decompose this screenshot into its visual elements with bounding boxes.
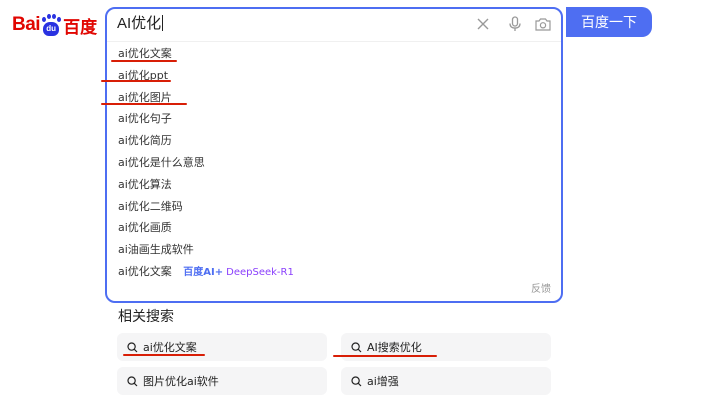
red-underline-annotation: [123, 354, 205, 356]
suggestion-item[interactable]: ai优化ppt: [101, 65, 561, 87]
suggestion-text: ai优化文案: [118, 264, 172, 278]
suggestion-item[interactable]: ai油画生成软件: [107, 239, 561, 261]
suggestion-item[interactable]: ai优化句子: [107, 108, 561, 130]
related-search-label: ai优化文案: [143, 341, 197, 354]
feedback-link[interactable]: 反馈: [531, 280, 551, 295]
suggestion-text: ai优化画质: [118, 221, 172, 235]
related-search-item[interactable]: AI搜索优化: [333, 333, 551, 361]
suggestion-item-ai[interactable]: ai优化文案 百度AI+ DeepSeek-R1: [107, 261, 561, 283]
suggestion-list: ai优化文案 ai优化ppt ai优化图片 ai优化句子 ai优化简历 ai优化…: [101, 43, 561, 283]
related-search-label: ai增强: [367, 375, 399, 388]
suggestion-item[interactable]: ai优化画质: [107, 217, 561, 239]
suggestion-item[interactable]: ai优化是什么意思: [107, 152, 561, 174]
input-divider: [107, 41, 561, 42]
search-icon: [351, 375, 362, 387]
search-icon: [127, 375, 138, 387]
search-query-text: AI优化: [117, 15, 162, 32]
related-search-item[interactable]: ai增强: [341, 367, 551, 395]
baidu-ai-label: 百度AI+: [183, 266, 224, 278]
related-search-item[interactable]: 图片优化ai软件: [117, 367, 327, 395]
related-searches-title: 相关搜索: [118, 309, 174, 325]
baidu-logo[interactable]: Bai du 百度: [12, 11, 97, 39]
suggestion-item[interactable]: ai优化二维码: [107, 196, 561, 218]
suggestion-item[interactable]: ai优化算法: [107, 174, 561, 196]
related-search-label: 图片优化ai软件: [143, 375, 219, 388]
red-underline-annotation: [333, 355, 437, 357]
logo-text-du: du: [43, 22, 60, 36]
suggestion-text: ai优化算法: [118, 177, 172, 191]
text-caret: [162, 15, 164, 31]
search-box: AI优化 ai优化文案 ai优化ppt ai优化图片 ai优化句子 ai优化简历…: [101, 7, 563, 303]
microphone-icon[interactable]: [505, 14, 525, 34]
logo-text-bai: Bai: [12, 14, 41, 35]
suggestion-text: ai优化二维码: [118, 199, 183, 213]
related-search-item[interactable]: ai优化文案: [117, 333, 327, 361]
red-underline-annotation: [101, 79, 171, 82]
deepseek-label: DeepSeek-R1: [226, 266, 294, 278]
search-input[interactable]: AI优化: [117, 13, 164, 35]
paw-icon: du: [41, 14, 62, 36]
logo-text-cn: 百度: [63, 17, 98, 37]
suggestion-text: ai优化句子: [118, 112, 172, 126]
suggestion-text: ai优化简历: [118, 134, 172, 148]
red-underline-annotation: [101, 102, 187, 105]
red-underline-annotation: [111, 60, 177, 62]
suggestion-text: ai油画生成软件: [118, 243, 194, 257]
search-button[interactable]: 百度一下: [566, 7, 652, 37]
related-search-label: AI搜索优化: [367, 341, 422, 354]
suggestion-item[interactable]: ai优化图片: [101, 87, 561, 109]
baidu-ai-badge: 百度AI+ DeepSeek-R1: [183, 262, 294, 284]
camera-icon[interactable]: [533, 14, 553, 34]
suggestion-text: ai优化是什么意思: [118, 155, 205, 169]
suggestion-text: ai优化文案: [118, 47, 172, 60]
search-icon: [351, 341, 362, 353]
close-icon[interactable]: [473, 14, 493, 34]
suggestion-text: ai优化图片: [118, 90, 172, 104]
suggestion-item[interactable]: ai优化简历: [107, 130, 561, 152]
search-icon: [127, 341, 138, 353]
suggestion-item[interactable]: ai优化文案: [107, 43, 561, 65]
